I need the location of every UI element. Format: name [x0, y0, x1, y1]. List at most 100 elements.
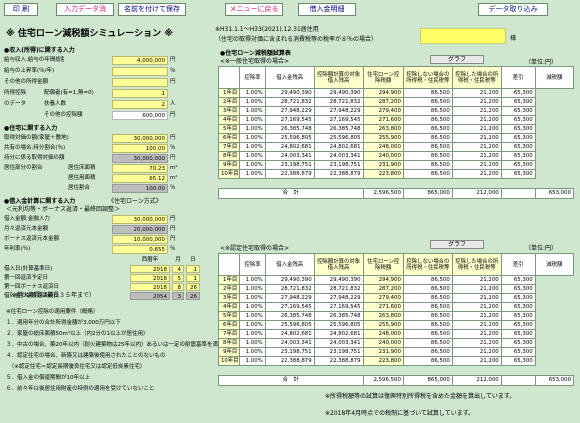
loan-unit: 円 — [170, 226, 176, 232]
table-cell: 27,169,545 — [264, 115, 315, 125]
date-year[interactable]: 2054 — [130, 292, 170, 300]
total-deduction: 2,596,500 — [362, 375, 404, 386]
row-year: 9年目 — [217, 160, 241, 170]
requirement-note: ６．前々年以後居住用財産の特例の適用を受けていないこと — [6, 386, 155, 392]
loan-value[interactable]: 20,000,000 — [112, 225, 168, 234]
income-value[interactable]: 1 — [112, 89, 168, 98]
table-cell: 1.00% — [239, 142, 266, 152]
clear-input-button[interactable]: 入力データ消 — [56, 3, 114, 16]
table-cell: 24,802,681 — [313, 142, 364, 152]
table-cell: 1.00% — [239, 293, 266, 303]
table-cell: 86,500 — [402, 124, 453, 134]
date-day[interactable]: 1 — [186, 265, 200, 273]
loan-value[interactable]: 10,000,000 — [112, 235, 168, 244]
loan-unit: ％ — [170, 246, 176, 252]
table-cell: 25,596,805 — [264, 320, 315, 330]
table-cell: 29,490,390 — [313, 88, 364, 98]
table-cell: 1.00% — [239, 302, 266, 312]
table-cell: 1.00% — [239, 151, 266, 161]
loan-label: 年利率(％) — [4, 246, 31, 252]
loan-method-detail: ＜元利均等・ボーナス返済・最終回調整＞ — [6, 206, 121, 213]
house-label: 持分に係る取得対価の額 — [4, 155, 65, 161]
table-cell: 86,500 — [402, 97, 453, 107]
date-month[interactable]: 3 — [172, 292, 184, 300]
loan-method: 《住宅ローン方式》 — [108, 198, 162, 205]
client-name-suffix: 様 — [510, 35, 517, 42]
table-cell: 65,300 — [500, 160, 536, 170]
footnote-2: ※2018年4月時点での税制に基づいて試算しています。 — [325, 410, 475, 417]
table-cell: 65,300 — [500, 356, 536, 366]
print-button[interactable]: 印 刷 — [4, 3, 38, 16]
loan-value[interactable]: 0.655 — [112, 245, 168, 254]
house-value[interactable]: 65.12 — [112, 174, 168, 183]
date-month[interactable]: 4 — [172, 265, 184, 273]
menu-button[interactable]: メニューに戻る — [225, 3, 283, 16]
date-day[interactable]: 26 — [186, 283, 200, 291]
table-cell: 255,900 — [362, 320, 404, 330]
date-day[interactable]: 1 — [186, 274, 200, 282]
table-cell: 86,500 — [402, 311, 453, 321]
row-year: 4年目 — [217, 302, 241, 312]
income-value[interactable]: 4,000,000 — [112, 56, 168, 65]
table-cell: 86,500 — [402, 284, 453, 294]
row-year: 1年目 — [217, 275, 241, 285]
table-cell: 29,490,390 — [313, 275, 364, 285]
income-value[interactable] — [112, 67, 168, 76]
table-cell: 86,500 — [402, 160, 453, 170]
page-title: ※ 住宅ローン減税額シミュレーション ※ — [6, 29, 173, 39]
table-cell: 65,300 — [500, 106, 536, 116]
table-cell: 23,198,751 — [313, 160, 364, 170]
graph-button-1[interactable]: グラフ — [430, 55, 484, 64]
table-cell: 27,948,229 — [264, 293, 315, 303]
date-year[interactable]: 2018 — [130, 265, 170, 273]
table-cell: 65,300 — [500, 97, 536, 107]
date-year[interactable]: 2018 — [130, 283, 170, 291]
row-year: 6年目 — [217, 320, 241, 330]
table-cell: 27,948,229 — [313, 106, 364, 116]
corner-cell — [217, 253, 241, 276]
table-cell: 1.00% — [239, 338, 266, 348]
loan-detail-button[interactable]: 借入金明細 — [298, 3, 356, 16]
income-value[interactable]: 600,000 — [112, 111, 168, 120]
table-cell: 26,385,748 — [313, 311, 364, 321]
house-value[interactable]: 70.23 — [112, 164, 168, 173]
table-cell: 21,200 — [451, 293, 502, 303]
table-cell: 248,000 — [362, 329, 404, 339]
table-cell: 22,388,879 — [264, 169, 315, 179]
table-cell: 231,900 — [362, 347, 404, 357]
table-cell: 271,600 — [362, 115, 404, 125]
table-cell: 65,300 — [500, 284, 536, 294]
house-value[interactable]: 100.00 — [112, 144, 168, 153]
house-unit: 円 — [170, 135, 176, 141]
table-cell: 26,385,748 — [313, 124, 364, 134]
loan-label: ボーナス返済元本金額 — [4, 236, 60, 242]
table-cell: 1.00% — [239, 169, 266, 179]
date-month[interactable]: 8 — [172, 283, 184, 291]
house-value[interactable]: 100.00 — [112, 184, 168, 193]
client-name-input[interactable] — [420, 28, 506, 44]
loan-value[interactable]: 30,000,000 — [112, 215, 168, 224]
date-month[interactable]: 5 — [172, 274, 184, 282]
table-cell: 21,200 — [451, 329, 502, 339]
column-header: 控除しない場合の所得税・住民税等 — [402, 253, 453, 276]
house-value[interactable]: 30,000,000 — [112, 154, 168, 163]
income-value[interactable]: 2 — [112, 100, 168, 109]
row-year: 3年目 — [217, 106, 241, 116]
table-cell: 231,900 — [362, 160, 404, 170]
graph-button-2[interactable]: グラフ — [430, 240, 484, 249]
table-cell: 22,388,879 — [264, 356, 315, 366]
save-as-button[interactable]: 名前を付けて保存 — [118, 3, 186, 16]
date-header-year: 西暦年 — [141, 257, 159, 263]
row-year: 1年目 — [217, 88, 241, 98]
date-day[interactable]: 26 — [186, 292, 200, 300]
income-unit: 円 — [170, 79, 176, 85]
data-import-button[interactable]: データ取り込み — [478, 3, 548, 16]
house-value[interactable]: 30,000,000 — [112, 134, 168, 143]
table-cell: 1.00% — [239, 320, 266, 330]
column-header: 控除率 — [239, 253, 266, 276]
column-header: 借入金残高 — [264, 253, 315, 276]
table-cell: 255,900 — [362, 133, 404, 143]
income-value[interactable] — [112, 78, 168, 87]
table-cell: 29,490,390 — [264, 275, 315, 285]
date-year[interactable]: 2018 — [130, 274, 170, 282]
